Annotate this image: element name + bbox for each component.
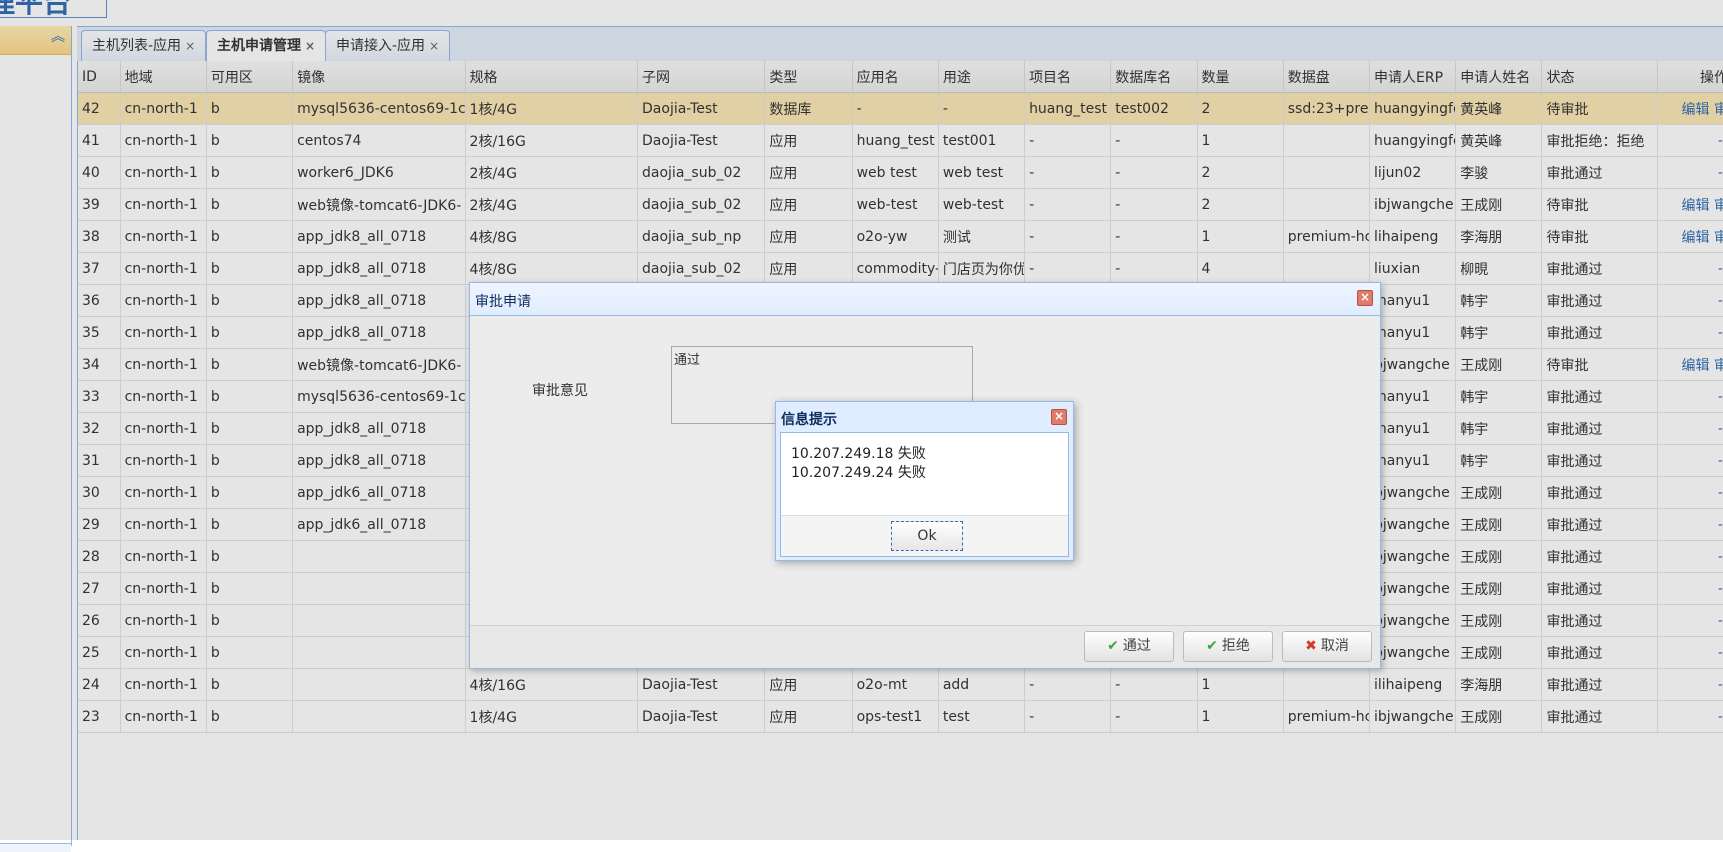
close-icon[interactable]: × xyxy=(1051,409,1067,425)
message-box: 信息提示 × 10.207.249.18 失败 10.207.249.24 失败… xyxy=(775,401,1074,561)
check-icon: ✔ xyxy=(1206,638,1218,654)
message-title: 信息提示 xyxy=(781,412,837,428)
approve-opinion-label: 审批意见 xyxy=(532,383,588,399)
dialog-title: 审批申请 xyxy=(475,294,531,310)
dialog-footer: ✔ 通过 ✔ 拒绝 ✖ 取消 xyxy=(470,625,1380,668)
check-icon: ✔ xyxy=(1107,638,1119,654)
message-lines: 10.207.249.18 失败 10.207.249.24 失败 xyxy=(791,445,926,483)
ok-button[interactable]: Ok xyxy=(891,521,963,551)
reject-button[interactable]: ✔ 拒绝 xyxy=(1183,631,1273,662)
message-line: 10.207.249.24 失败 xyxy=(791,465,926,481)
message-body: 10.207.249.18 失败 10.207.249.24 失败 Ok xyxy=(780,432,1069,557)
cross-icon: ✖ xyxy=(1305,638,1317,654)
cancel-button[interactable]: ✖ 取消 xyxy=(1282,631,1372,662)
pass-label: 通过 xyxy=(1122,638,1151,654)
close-icon[interactable]: × xyxy=(1357,290,1373,306)
message-line: 10.207.249.18 失败 xyxy=(791,446,926,462)
dialog-header: 审批申请 × xyxy=(470,283,1380,316)
cancel-label: 取消 xyxy=(1320,638,1349,654)
sidebar-footer xyxy=(0,843,71,852)
reject-label: 拒绝 xyxy=(1221,638,1250,654)
message-header: 信息提示 × xyxy=(776,402,1073,432)
message-footer: Ok xyxy=(781,515,1068,556)
pass-button[interactable]: ✔ 通过 xyxy=(1084,631,1174,662)
